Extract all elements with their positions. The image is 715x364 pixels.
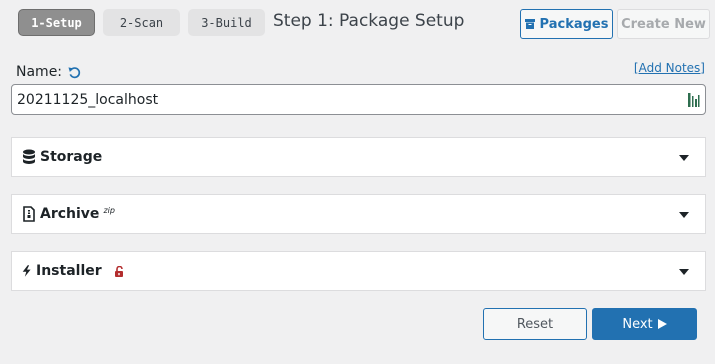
installer-title: Installer xyxy=(36,263,102,279)
archive-box-icon xyxy=(524,19,535,29)
create-new-label: Create New xyxy=(621,16,706,32)
zip-badge: zip xyxy=(103,205,115,215)
installer-panel[interactable]: Installer xyxy=(11,251,706,291)
barcode-icon[interactable] xyxy=(688,93,700,107)
step-scan-label: 2-Scan xyxy=(119,15,164,30)
package-name-input[interactable] xyxy=(12,91,672,108)
next-button[interactable]: Next xyxy=(592,308,697,340)
packages-button[interactable]: Packages xyxy=(520,9,613,39)
next-label: Next xyxy=(622,316,653,332)
step-setup-label: 1-Setup xyxy=(31,15,82,30)
page-title: Step 1: Package Setup xyxy=(273,11,465,31)
step-scan[interactable]: 2-Scan xyxy=(103,9,180,36)
chevron-down-icon[interactable] xyxy=(679,212,689,218)
unlocked-lock-icon xyxy=(114,265,123,277)
name-field-wrapper xyxy=(11,84,706,115)
storage-title: Storage xyxy=(40,149,103,165)
packages-label: Packages xyxy=(539,16,609,32)
name-label-row: Name: xyxy=(16,64,81,80)
storage-panel[interactable]: Storage xyxy=(11,137,706,177)
step-build-label: 3-Build xyxy=(201,15,252,30)
step-setup[interactable]: 1-Setup xyxy=(18,9,95,36)
reset-button[interactable]: Reset xyxy=(483,308,587,340)
create-new-button[interactable]: Create New xyxy=(617,9,710,39)
reset-label: Reset xyxy=(516,316,554,332)
name-label: Name: xyxy=(16,64,63,80)
database-icon xyxy=(23,149,35,164)
step-build[interactable]: 3-Build xyxy=(188,9,265,36)
archive-title: Archive xyxy=(40,206,100,222)
bolt-icon xyxy=(22,265,31,277)
chevron-down-icon[interactable] xyxy=(679,155,689,161)
play-arrow-icon xyxy=(657,319,667,329)
chevron-down-icon[interactable] xyxy=(679,269,689,275)
undo-icon[interactable] xyxy=(68,66,81,79)
archive-panel[interactable]: Archive zip xyxy=(11,194,706,234)
add-notes-link[interactable]: [Add Notes] xyxy=(634,61,705,75)
file-zip-icon xyxy=(23,206,35,222)
